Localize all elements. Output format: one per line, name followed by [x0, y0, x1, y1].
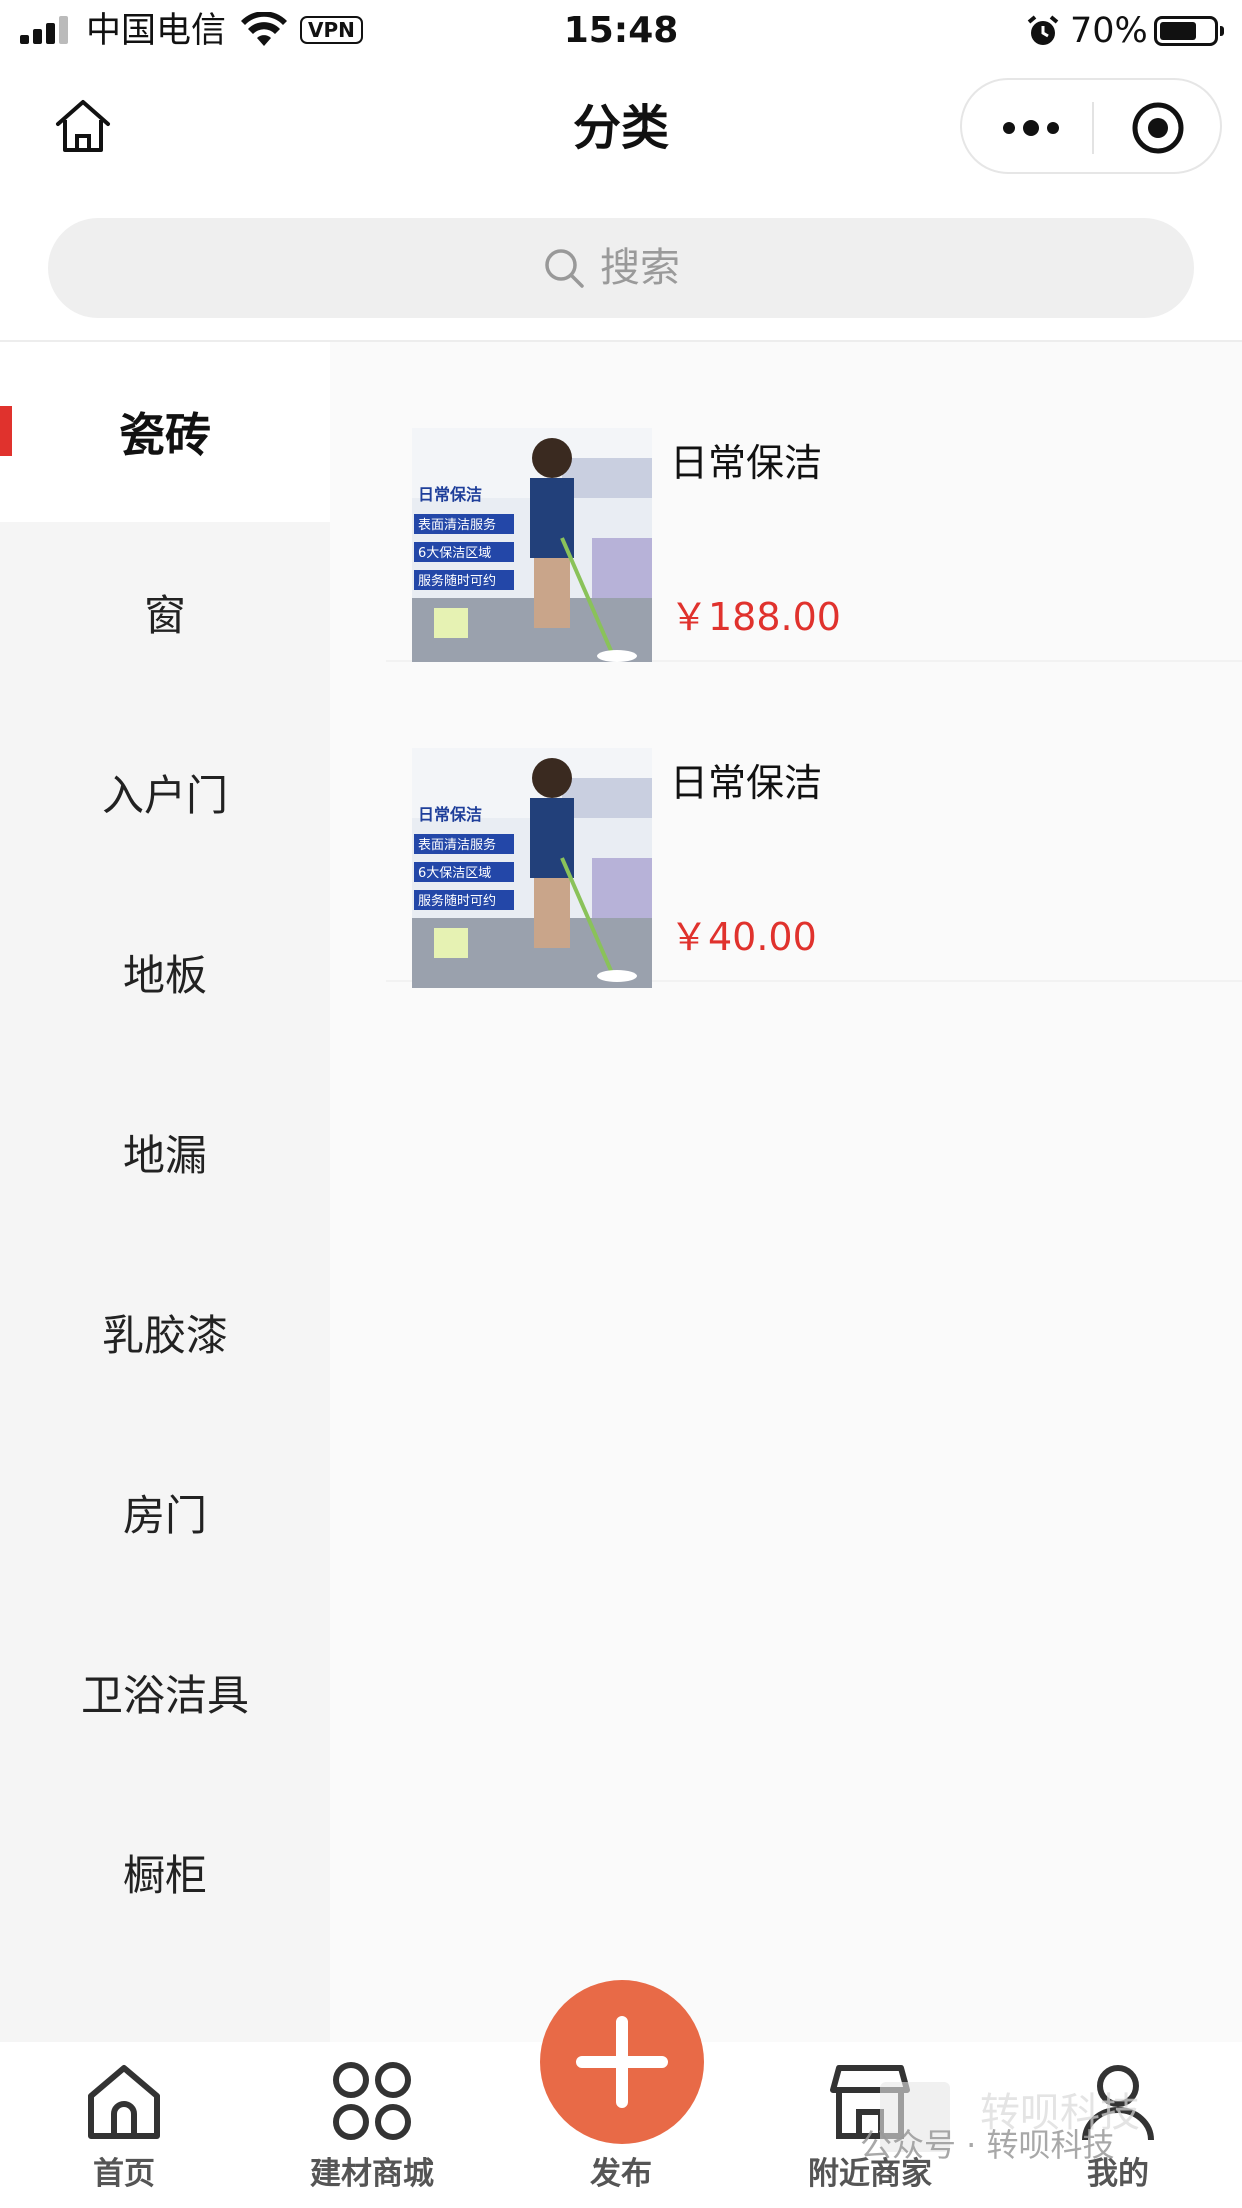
plus-icon [576, 2016, 668, 2108]
tab-label: 首页 [93, 2156, 155, 2192]
sidebar-item-label: 入户门 [101, 770, 228, 820]
product-list: 日常保洁 表面清洁服务 6大保洁区域 服务随时可约 日常保洁 ￥188.00 日… [330, 342, 1242, 2042]
home-icon [88, 2065, 160, 2139]
close-target-icon[interactable] [1130, 100, 1186, 156]
product-name[interactable]: 日常保洁 [670, 438, 822, 488]
battery-icon [1154, 16, 1224, 46]
product-card[interactable]: 日常保洁 表面清洁服务 6大保洁区域 服务随时可约 日常保洁 ￥188.00 [386, 342, 1242, 668]
sidebar-item-window[interactable]: 窗 [0, 522, 330, 702]
product-card[interactable]: 日常保洁 表面清洁服务 6大保洁区域 服务随时可约 日常保洁 ￥40.00 [386, 662, 1242, 988]
sidebar-item-label: 房门 [122, 1490, 207, 1540]
sidebar-item-bathroom[interactable]: 卫浴洁具 [0, 1602, 330, 1782]
thumb-line: 6大保洁区域 [418, 866, 491, 881]
sidebar-item-label: 乳胶漆 [101, 1310, 228, 1360]
battery-percent: 70% [1070, 11, 1148, 51]
thumb-title: 日常保洁 [418, 485, 482, 504]
status-bar: 中国电信 VPN 15:48 70% [0, 0, 1242, 62]
thumb-line: 服务随时可约 [418, 573, 496, 589]
more-icon[interactable] [1000, 110, 1062, 146]
product-image[interactable]: 日常保洁 表面清洁服务 6大保洁区域 服务随时可约 [412, 428, 652, 668]
alarm-icon [1027, 15, 1059, 45]
publish-button[interactable] [540, 1980, 704, 2144]
sidebar-item-label: 橱柜 [122, 1850, 207, 1900]
sidebar-item-label: 窗 [143, 590, 186, 640]
sidebar-item-label: 卫浴洁具 [80, 1670, 249, 1720]
thumb-line: 6大保洁区域 [418, 546, 491, 561]
category-sidebar: 瓷砖 窗 入户门 地板 地漏 乳胶漆 房门 卫浴洁具 橱柜 [0, 342, 330, 2042]
sidebar-item-label: 瓷砖 [119, 408, 211, 462]
grid-icon [333, 2062, 411, 2140]
tab-label: 发布 [590, 2156, 652, 2192]
sidebar-item-room-door[interactable]: 房门 [0, 1422, 330, 1602]
search-icon [545, 249, 584, 288]
watermark: 公众号 · 转呗科技 [860, 2126, 1115, 2164]
sidebar-item-label: 地板 [122, 950, 207, 1000]
capsule-divider [1092, 102, 1094, 154]
sidebar-item-entry-door[interactable]: 入户门 [0, 702, 330, 882]
product-name[interactable]: 日常保洁 [670, 758, 822, 808]
thumb-line: 表面清洁服务 [418, 837, 496, 853]
search-section [0, 192, 1242, 342]
thumb-line: 表面清洁服务 [418, 517, 496, 533]
search-input[interactable] [600, 236, 900, 300]
tab-label: 建材商城 [310, 2156, 434, 2192]
thumb-line: 服务随时可约 [418, 893, 496, 909]
product-image[interactable]: 日常保洁 表面清洁服务 6大保洁区域 服务随时可约 [412, 748, 652, 988]
sidebar-item-tiles[interactable]: 瓷砖 [0, 342, 330, 522]
tab-mall[interactable]: 建材商城 [272, 2042, 472, 2208]
tab-home[interactable]: 首页 [24, 2042, 224, 2208]
nav-bar: 分类 [0, 62, 1242, 192]
thumb-title: 日常保洁 [418, 805, 482, 824]
product-price: ￥40.00 [670, 915, 817, 959]
active-indicator [0, 406, 12, 456]
sidebar-item-flooring[interactable]: 地板 [0, 882, 330, 1062]
sidebar-item-latex-paint[interactable]: 乳胶漆 [0, 1242, 330, 1422]
product-price: ￥188.00 [670, 595, 841, 639]
search-bar[interactable] [48, 218, 1194, 318]
sidebar-item-floor-drain[interactable]: 地漏 [0, 1062, 330, 1242]
mini-program-capsule [960, 78, 1222, 174]
sidebar-item-cabinet[interactable]: 橱柜 [0, 1782, 330, 1962]
sidebar-item-label: 地漏 [122, 1130, 207, 1180]
